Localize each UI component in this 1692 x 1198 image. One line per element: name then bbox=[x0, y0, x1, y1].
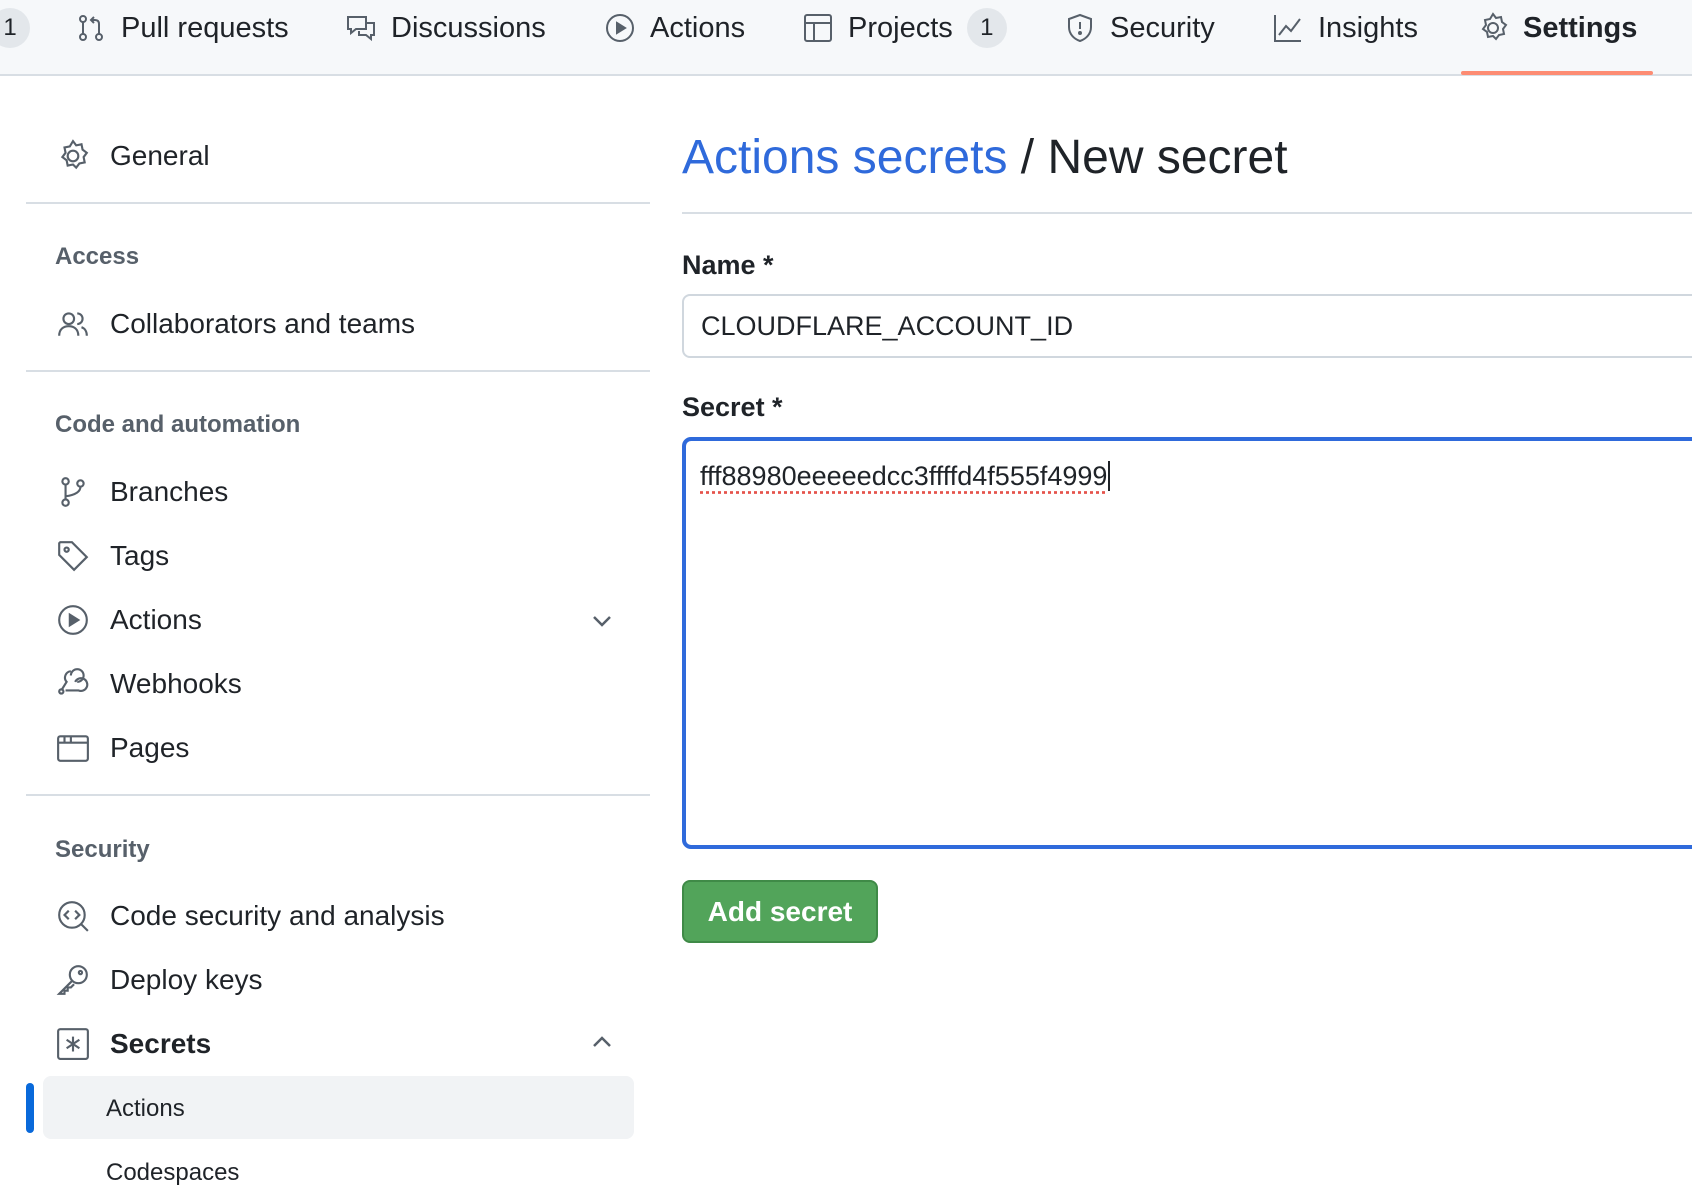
sidebar-item-actions[interactable]: Actions bbox=[56, 600, 202, 640]
selected-tab-underline bbox=[1461, 71, 1653, 75]
key-icon bbox=[56, 963, 90, 997]
projects-counter: 1 bbox=[967, 8, 1007, 48]
chevron-up-icon[interactable] bbox=[590, 1030, 614, 1054]
title-divider bbox=[682, 212, 1692, 214]
tab-discussions[interactable]: Discussions bbox=[345, 0, 546, 56]
sidebar-item-webhooks[interactable]: Webhooks bbox=[56, 664, 242, 704]
name-input[interactable]: CLOUDFLARE_ACCOUNT_ID bbox=[682, 294, 1692, 358]
table-icon bbox=[802, 12, 834, 44]
git-pull-request-icon bbox=[75, 12, 107, 44]
selected-item-indicator bbox=[26, 1083, 34, 1133]
git-branch-icon bbox=[56, 475, 90, 509]
tab-actions[interactable]: Actions bbox=[604, 0, 745, 56]
name-label: Name * bbox=[682, 250, 774, 281]
page-title: Actions secrets / New secret bbox=[682, 130, 1288, 185]
section-heading-security: Security bbox=[55, 836, 150, 864]
tab-security[interactable]: Security bbox=[1064, 0, 1215, 56]
breadcrumb-actions-secrets[interactable]: Actions secrets bbox=[682, 131, 1007, 184]
divider bbox=[26, 202, 650, 204]
tab-pull-requests[interactable]: Pull requests bbox=[75, 0, 289, 56]
add-secret-button[interactable]: Add secret bbox=[682, 880, 878, 943]
sidebar-item-tags[interactable]: Tags bbox=[56, 536, 169, 576]
tab-insights[interactable]: Insights bbox=[1272, 0, 1418, 56]
codescan-icon bbox=[56, 899, 90, 933]
sidebar-item-collaborators[interactable]: Collaborators and teams bbox=[56, 304, 415, 344]
webhook-icon bbox=[56, 667, 90, 701]
browser-icon bbox=[56, 731, 90, 765]
sidebar-item-deploy-keys[interactable]: Deploy keys bbox=[56, 960, 263, 1000]
sidebar-item-secrets[interactable]: Secrets bbox=[56, 1024, 211, 1064]
graph-icon bbox=[1272, 12, 1304, 44]
divider bbox=[26, 794, 650, 796]
tab-settings[interactable]: Settings bbox=[1477, 0, 1637, 56]
repo-nav: 1 Pull requests Discussions Actions Proj… bbox=[0, 0, 1692, 76]
people-icon bbox=[56, 307, 90, 341]
shield-icon bbox=[1064, 12, 1096, 44]
play-icon bbox=[604, 12, 636, 44]
gear-icon bbox=[1477, 12, 1509, 44]
gear-icon bbox=[56, 139, 90, 173]
tab-projects[interactable]: Projects 1 bbox=[802, 0, 1007, 56]
sidebar-item-code-security[interactable]: Code security and analysis bbox=[56, 896, 445, 936]
secret-label: Secret * bbox=[682, 392, 783, 423]
sidebar-subitem-codespaces[interactable]: Codespaces bbox=[106, 1159, 239, 1187]
sidebar-item-general[interactable]: General bbox=[56, 136, 210, 176]
secret-textarea[interactable]: fff88980eeeeedcc3ffffd4f555f4999 bbox=[682, 437, 1692, 849]
section-heading-code-automation: Code and automation bbox=[55, 411, 300, 439]
divider bbox=[26, 370, 650, 372]
sidebar-item-pages[interactable]: Pages bbox=[56, 728, 189, 768]
section-heading-access: Access bbox=[55, 243, 139, 271]
tag-icon bbox=[56, 539, 90, 573]
leading-counter: 1 bbox=[0, 0, 30, 56]
sidebar-subitem-actions[interactable]: Actions bbox=[106, 1095, 185, 1123]
comment-discussion-icon bbox=[345, 12, 377, 44]
chevron-down-icon[interactable] bbox=[590, 609, 614, 633]
play-icon bbox=[56, 603, 90, 637]
asterisk-box-icon bbox=[56, 1027, 90, 1061]
sidebar-item-branches[interactable]: Branches bbox=[56, 472, 228, 512]
